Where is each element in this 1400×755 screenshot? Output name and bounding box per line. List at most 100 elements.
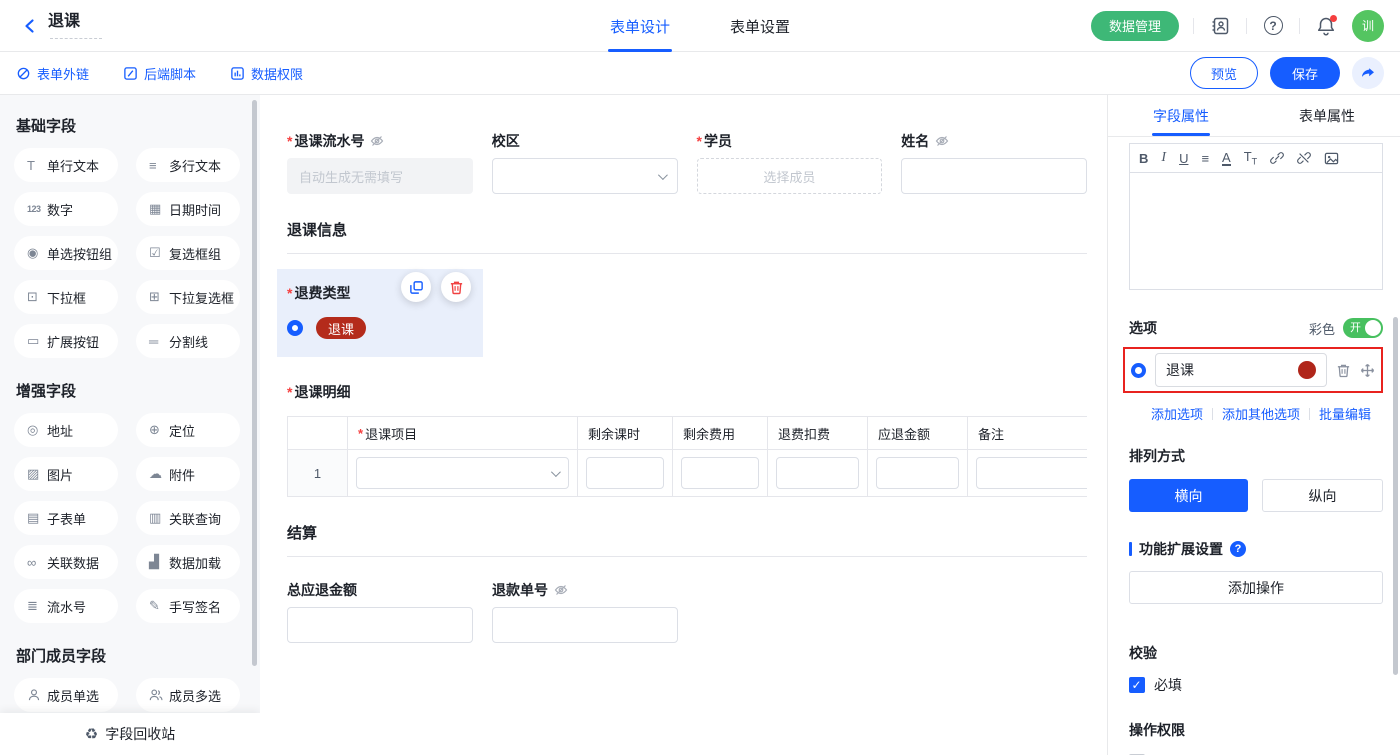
sidebar-item-member-single[interactable]: 成员单选	[14, 678, 118, 712]
required-checkbox-row[interactable]: 必填	[1129, 675, 1383, 695]
sidebar-item-select[interactable]: ⊡下拉框	[14, 280, 118, 314]
help-button[interactable]	[1261, 14, 1285, 38]
arrangement-vertical-button[interactable]: 纵向	[1262, 479, 1383, 512]
sidebar-item-multi-line-text[interactable]: ≡多行文本	[136, 148, 240, 182]
sidebar-item-datetime[interactable]: ▦日期时间	[136, 192, 240, 226]
sidebar-item-member-multi[interactable]: 成员多选	[136, 678, 240, 712]
remark-input[interactable]	[976, 457, 1087, 489]
option-value-input[interactable]: 退课	[1155, 353, 1327, 387]
notification-button[interactable]	[1314, 14, 1338, 38]
sidebar-item-serial-number[interactable]: ≣流水号	[14, 589, 118, 623]
refund-amount-input[interactable]	[876, 457, 959, 489]
sidebar-item-linked-data[interactable]: ∞关联数据	[14, 545, 118, 579]
add-option-link[interactable]: 添加选项	[1151, 404, 1203, 423]
field-student[interactable]: *学员 选择成员	[697, 133, 883, 194]
field-title-richtext-area[interactable]	[1129, 172, 1383, 290]
project-select[interactable]	[356, 457, 569, 489]
color-mode-toggle[interactable]: 开	[1343, 318, 1383, 338]
data-permission-button[interactable]: 数据权限	[230, 64, 303, 83]
remove-link-icon[interactable]	[1297, 151, 1311, 165]
subform-cell-project	[348, 450, 578, 497]
sidebar-item-single-line-text[interactable]: T单行文本	[14, 148, 118, 182]
back-button[interactable]	[16, 12, 44, 40]
subform-icon: ▤	[27, 510, 45, 526]
sidebar-item-divider[interactable]: ═分割线	[136, 324, 240, 358]
required-asterisk: *	[287, 133, 292, 149]
field-refund-order-no[interactable]: 退款单号	[492, 582, 678, 643]
number-icon: 123	[27, 204, 45, 214]
sidebar-scrollbar[interactable]	[252, 100, 257, 666]
field-refund-serial[interactable]: *退课流水号 自动生成无需填写	[287, 133, 473, 194]
arrangement-horizontal-button[interactable]: 横向	[1129, 479, 1248, 512]
sidebar-item-radio-group[interactable]: ◉单选按钮组	[14, 236, 118, 270]
sidebar-item-number[interactable]: 123数字	[14, 192, 118, 226]
field-name[interactable]: 姓名	[901, 133, 1087, 194]
radio-selected-icon[interactable]	[1131, 363, 1146, 378]
help-question-icon[interactable]	[1230, 541, 1246, 557]
sidebar-item-linked-query[interactable]: ▥关联查询	[136, 501, 240, 535]
preview-button[interactable]: 预览	[1190, 57, 1258, 89]
sidebar-item-multi-select[interactable]: ⊞下拉复选框	[136, 280, 240, 314]
serial-input[interactable]: 自动生成无需填写	[287, 158, 473, 194]
sidebar-item-extend-button[interactable]: ▭扩展按钮	[14, 324, 118, 358]
insert-image-icon[interactable]	[1324, 151, 1339, 166]
remaining-fee-input[interactable]	[681, 457, 759, 489]
name-input[interactable]	[901, 158, 1087, 194]
header-right: 数据管理	[1091, 10, 1384, 42]
form-title[interactable]: 退课	[48, 12, 80, 32]
properties-panel: 字段属性 表单属性 B I U ≡ A TT 选项 彩色 开	[1107, 95, 1400, 755]
field-campus[interactable]: 校区	[492, 133, 678, 194]
tab-form-design[interactable]: 表单设计	[610, 0, 670, 52]
data-manage-button[interactable]: 数据管理	[1091, 11, 1179, 41]
option-color-dot[interactable]	[1298, 361, 1316, 379]
header-tabs: 表单设计 表单设置	[610, 0, 790, 52]
drag-option-handle[interactable]	[1360, 363, 1375, 378]
batch-edit-link[interactable]: 批量编辑	[1319, 404, 1371, 423]
add-other-option-link[interactable]: 添加其他选项	[1222, 404, 1300, 423]
remaining-hours-input[interactable]	[586, 457, 664, 489]
avatar[interactable]: 训	[1352, 10, 1384, 42]
external-link-button[interactable]: 表单外链	[16, 64, 89, 83]
field-recycle-bin-button[interactable]: ♻ 字段回收站	[0, 713, 260, 755]
sidebar-item-address[interactable]: ◎地址	[14, 413, 118, 447]
bold-icon[interactable]: B	[1139, 151, 1148, 166]
add-action-button[interactable]: 添加操作	[1129, 571, 1383, 604]
tab-form-properties[interactable]: 表单属性	[1254, 95, 1400, 136]
sidebar-item-location[interactable]: ⊕定位	[136, 413, 240, 447]
option-row-highlighted[interactable]: 退课	[1123, 347, 1383, 393]
delete-field-button[interactable]	[441, 272, 471, 302]
font-color-icon[interactable]: A	[1222, 151, 1231, 166]
underline-icon[interactable]: U	[1179, 151, 1188, 166]
sidebar-item-image[interactable]: ▨图片	[14, 457, 118, 491]
checkbox-checked-icon[interactable]	[1129, 677, 1145, 693]
sidebar-item-checkbox-group[interactable]: ☑复选框组	[136, 236, 240, 270]
save-button[interactable]: 保存	[1270, 57, 1340, 89]
panel-scrollbar[interactable]	[1393, 317, 1398, 675]
tab-field-properties[interactable]: 字段属性	[1108, 95, 1254, 136]
copy-field-button[interactable]	[401, 272, 431, 302]
image-icon: ▨	[27, 466, 45, 482]
font-size-icon[interactable]: TT	[1244, 149, 1257, 167]
refund-deduction-input[interactable]	[776, 457, 859, 489]
backend-script-button[interactable]: 后端脚本	[123, 64, 196, 83]
selected-field-refund-type[interactable]: *退费类型 退课	[277, 269, 483, 357]
trash-icon	[1336, 363, 1351, 378]
form-title-wrap[interactable]: 退课	[48, 12, 102, 39]
insert-link-icon[interactable]	[1270, 151, 1284, 165]
refund-order-no-input[interactable]	[492, 607, 678, 643]
campus-select[interactable]	[492, 158, 678, 194]
field-total-refund[interactable]: 总应退金额	[287, 582, 473, 643]
sidebar-item-attachment[interactable]: ☁附件	[136, 457, 240, 491]
tab-form-settings[interactable]: 表单设置	[730, 0, 790, 52]
align-icon[interactable]: ≡	[1201, 151, 1209, 166]
total-refund-input[interactable]	[287, 607, 473, 643]
sidebar-item-data-load[interactable]: ▟数据加载	[136, 545, 240, 579]
italic-icon[interactable]: I	[1161, 150, 1166, 166]
delete-option-button[interactable]	[1336, 363, 1351, 378]
sidebar-item-subform[interactable]: ▤子表单	[14, 501, 118, 535]
share-button[interactable]	[1352, 57, 1384, 89]
contact-book-button[interactable]	[1208, 14, 1232, 38]
sidebar-item-signature[interactable]: ✎手写签名	[136, 589, 240, 623]
select-member-button[interactable]: 选择成员	[697, 158, 883, 194]
radio-selected-icon[interactable]	[287, 320, 303, 336]
